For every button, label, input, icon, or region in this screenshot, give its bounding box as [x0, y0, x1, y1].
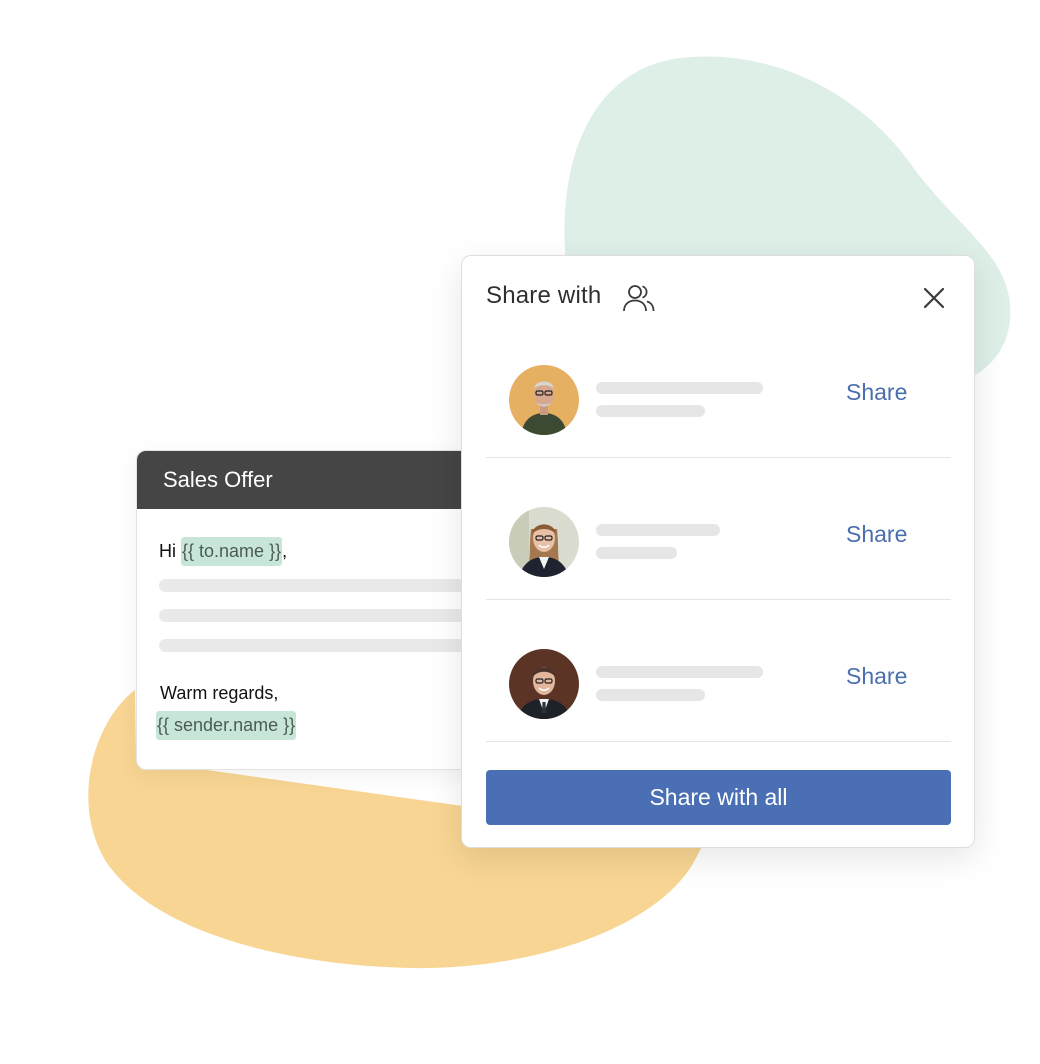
contact-name-placeholder [596, 382, 763, 394]
to-name-token[interactable]: {{ to.name }} [181, 536, 283, 566]
placeholder-line [159, 609, 477, 622]
greeting-prefix: Hi [159, 540, 176, 561]
share-with-all-button[interactable]: Share with all [486, 770, 951, 825]
contact-detail-placeholder [596, 547, 677, 559]
email-template-card: Sales Offer Hi {{ to.name }} , Warm rega… [136, 450, 478, 770]
share-button[interactable]: Share [846, 379, 907, 406]
share-button[interactable]: Share [846, 663, 907, 690]
greeting-line: Hi {{ to.name }} , [159, 535, 477, 567]
sender-name-token[interactable]: {{ sender.name }} [156, 711, 297, 740]
contact-row: Share [486, 315, 951, 458]
template-title: Sales Offer [163, 467, 273, 492]
template-header: Sales Offer [137, 451, 477, 509]
contact-row: Share [486, 599, 951, 742]
contact-detail-placeholder [596, 405, 705, 417]
avatar [509, 649, 579, 719]
placeholder-line [159, 639, 477, 652]
placeholder-line [159, 579, 477, 592]
avatar [509, 365, 579, 435]
share-dialog: Share with Share Share Share Share with … [461, 255, 975, 848]
contact-name-placeholder [596, 666, 763, 678]
contact-name-placeholder [596, 524, 720, 536]
avatar [509, 507, 579, 577]
greeting-suffix: , [282, 540, 288, 561]
close-icon[interactable] [920, 284, 948, 312]
share-button[interactable]: Share [846, 521, 907, 548]
template-body: Hi {{ to.name }} , [137, 509, 477, 652]
dialog-title: Share with [486, 282, 602, 309]
contact-row: Share [486, 457, 951, 600]
people-icon [623, 285, 655, 312]
closing-text: Warm regards, [160, 683, 279, 703]
contact-detail-placeholder [596, 689, 705, 701]
